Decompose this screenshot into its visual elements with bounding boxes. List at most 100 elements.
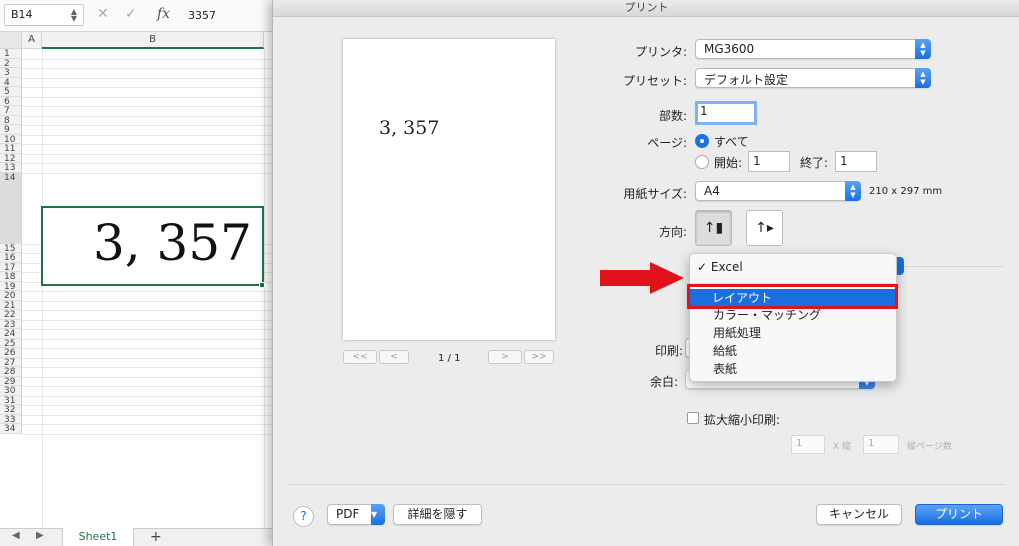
row-gridline <box>22 87 282 88</box>
row-header[interactable]: 24 <box>0 329 22 339</box>
row-header[interactable]: 11 <box>0 144 22 154</box>
chevron-down-icon: ▼ <box>371 504 385 525</box>
red-arrow-icon <box>600 262 684 294</box>
print-preview: 3, 357 <box>343 39 555 340</box>
row-gridline <box>22 153 282 155</box>
name-box-stepper-icon[interactable]: ▲ ▼ <box>71 8 77 23</box>
pdf-button[interactable]: PDF ▼ <box>327 504 385 525</box>
preset-select[interactable]: デフォルト設定 ▲ ▼ <box>695 68 931 88</box>
menu-item-cover-page[interactable]: 表紙 <box>690 360 896 378</box>
pages-to-input[interactable]: 1 <box>835 151 877 172</box>
insert-function-icon[interactable]: fx <box>157 6 170 22</box>
name-box[interactable]: B14 ▲ ▼ <box>4 4 84 26</box>
first-page-button[interactable]: << <box>343 350 377 364</box>
row-header[interactable]: 29 <box>0 376 22 386</box>
row-header[interactable]: 6 <box>0 96 22 106</box>
printer-select[interactable]: MG3600 ▲ ▼ <box>695 39 931 59</box>
scale-label: 拡大縮小印刷: <box>704 413 781 427</box>
paper-size-select[interactable]: A4 ▲ ▼ <box>695 181 861 201</box>
row-gridline <box>22 386 282 387</box>
row-header[interactable]: 9 <box>0 125 22 135</box>
row-gridline <box>22 77 282 79</box>
pages-all-radio[interactable] <box>695 134 709 148</box>
row-header[interactable]: 25 <box>0 338 22 348</box>
copies-label: 部数: <box>658 109 687 123</box>
hide-details-button[interactable]: 詳細を隠す <box>393 504 482 525</box>
row-header[interactable]: 18 <box>0 272 22 282</box>
row-header[interactable]: 1 <box>0 49 22 59</box>
paper-size-label: 用紙サイズ: <box>623 187 687 201</box>
row-header[interactable]: 15 <box>0 243 22 253</box>
confirm-formula-icon[interactable]: ✓ <box>125 6 137 22</box>
row-header[interactable]: 19 <box>0 281 22 291</box>
row-header[interactable]: 4 <box>0 77 22 87</box>
row-header[interactable]: 5 <box>0 87 22 97</box>
row-header[interactable]: 31 <box>0 395 22 405</box>
row-gridline <box>22 329 282 330</box>
sheet-tab-bar: ◀ ▶ Sheet1 + <box>0 528 280 546</box>
row-header[interactable]: 10 <box>0 134 22 144</box>
copies-input[interactable]: 1 <box>695 101 757 125</box>
scroll-left-icon[interactable]: ◀ <box>12 530 20 541</box>
formula-input[interactable]: 3357 <box>188 9 216 22</box>
paper-dimensions: 210 x 297 mm <box>869 186 943 197</box>
landscape-orientation-icon[interactable]: ↑▸ <box>746 210 783 246</box>
row-header[interactable]: 22 <box>0 310 22 320</box>
row-header[interactable]: 33 <box>0 414 22 424</box>
pages-label: ページ: <box>647 136 687 150</box>
row-gridline <box>22 115 282 117</box>
portrait-orientation-icon[interactable]: ↑▮ <box>695 210 732 246</box>
row-header[interactable]: 14 <box>0 172 22 244</box>
preview-content: 3, 357 <box>379 117 440 139</box>
row-header[interactable]: 3 <box>0 68 22 78</box>
selected-cell-b14[interactable]: 3, 357 <box>41 206 264 286</box>
help-button[interactable]: ? <box>293 506 314 527</box>
page-counter: 1 / 1 <box>438 353 461 364</box>
row-gridline <box>22 376 282 378</box>
row-gridline <box>22 134 282 136</box>
cancel-button[interactable]: キャンセル <box>816 504 902 525</box>
column-header-b[interactable]: B <box>42 32 264 49</box>
row-gridline <box>22 172 282 174</box>
row-header[interactable]: 2 <box>0 58 22 68</box>
select-all-corner[interactable] <box>0 32 22 49</box>
column-header-a[interactable]: A <box>22 32 42 49</box>
row-header[interactable]: 28 <box>0 367 22 377</box>
prev-page-button[interactable]: < <box>379 350 409 364</box>
menu-item-paper-handling[interactable]: 用紙処理 <box>690 324 896 342</box>
print-button[interactable]: プリント <box>915 504 1003 525</box>
scale-width-input[interactable]: 1 <box>791 435 825 454</box>
cancel-formula-icon[interactable]: ✕ <box>97 6 109 22</box>
scale-checkbox[interactable] <box>687 412 699 424</box>
row-header[interactable]: 34 <box>0 424 22 434</box>
row-gridline <box>22 395 282 397</box>
row-header[interactable]: 12 <box>0 153 22 163</box>
row-header[interactable]: 30 <box>0 386 22 396</box>
row-header[interactable]: 13 <box>0 163 22 173</box>
menu-item-excel[interactable]: ✓ Excel <box>690 258 896 276</box>
row-header[interactable]: 21 <box>0 300 22 310</box>
scroll-right-icon[interactable]: ▶ <box>36 530 44 541</box>
row-header[interactable]: 8 <box>0 115 22 125</box>
row-header[interactable]: 20 <box>0 291 22 301</box>
sheet-tab[interactable]: Sheet1 <box>62 528 134 546</box>
pages-range-radio[interactable] <box>695 155 709 169</box>
panel-menu: ✓ Excel レイアウト カラー・マッチング 用紙処理 給紙 表紙 <box>689 253 897 382</box>
row-gridline <box>22 348 282 349</box>
printer-label: プリンタ: <box>634 45 687 59</box>
row-header[interactable]: 32 <box>0 405 22 415</box>
row-header[interactable]: 23 <box>0 319 22 329</box>
next-page-button[interactable]: > <box>488 350 522 364</box>
pages-from-input[interactable]: 1 <box>748 151 790 172</box>
row-header[interactable]: 16 <box>0 253 22 263</box>
fill-handle[interactable] <box>259 282 265 288</box>
row-gridline <box>22 106 282 107</box>
row-header[interactable]: 26 <box>0 348 22 358</box>
menu-item-paper-feed[interactable]: 給紙 <box>690 342 896 360</box>
row-header[interactable]: 7 <box>0 106 22 116</box>
scale-height-input[interactable]: 1 <box>863 435 899 454</box>
add-sheet-button[interactable]: + <box>150 529 162 545</box>
row-header[interactable]: 17 <box>0 262 22 272</box>
row-header[interactable]: 27 <box>0 357 22 367</box>
last-page-button[interactable]: >> <box>524 350 554 364</box>
